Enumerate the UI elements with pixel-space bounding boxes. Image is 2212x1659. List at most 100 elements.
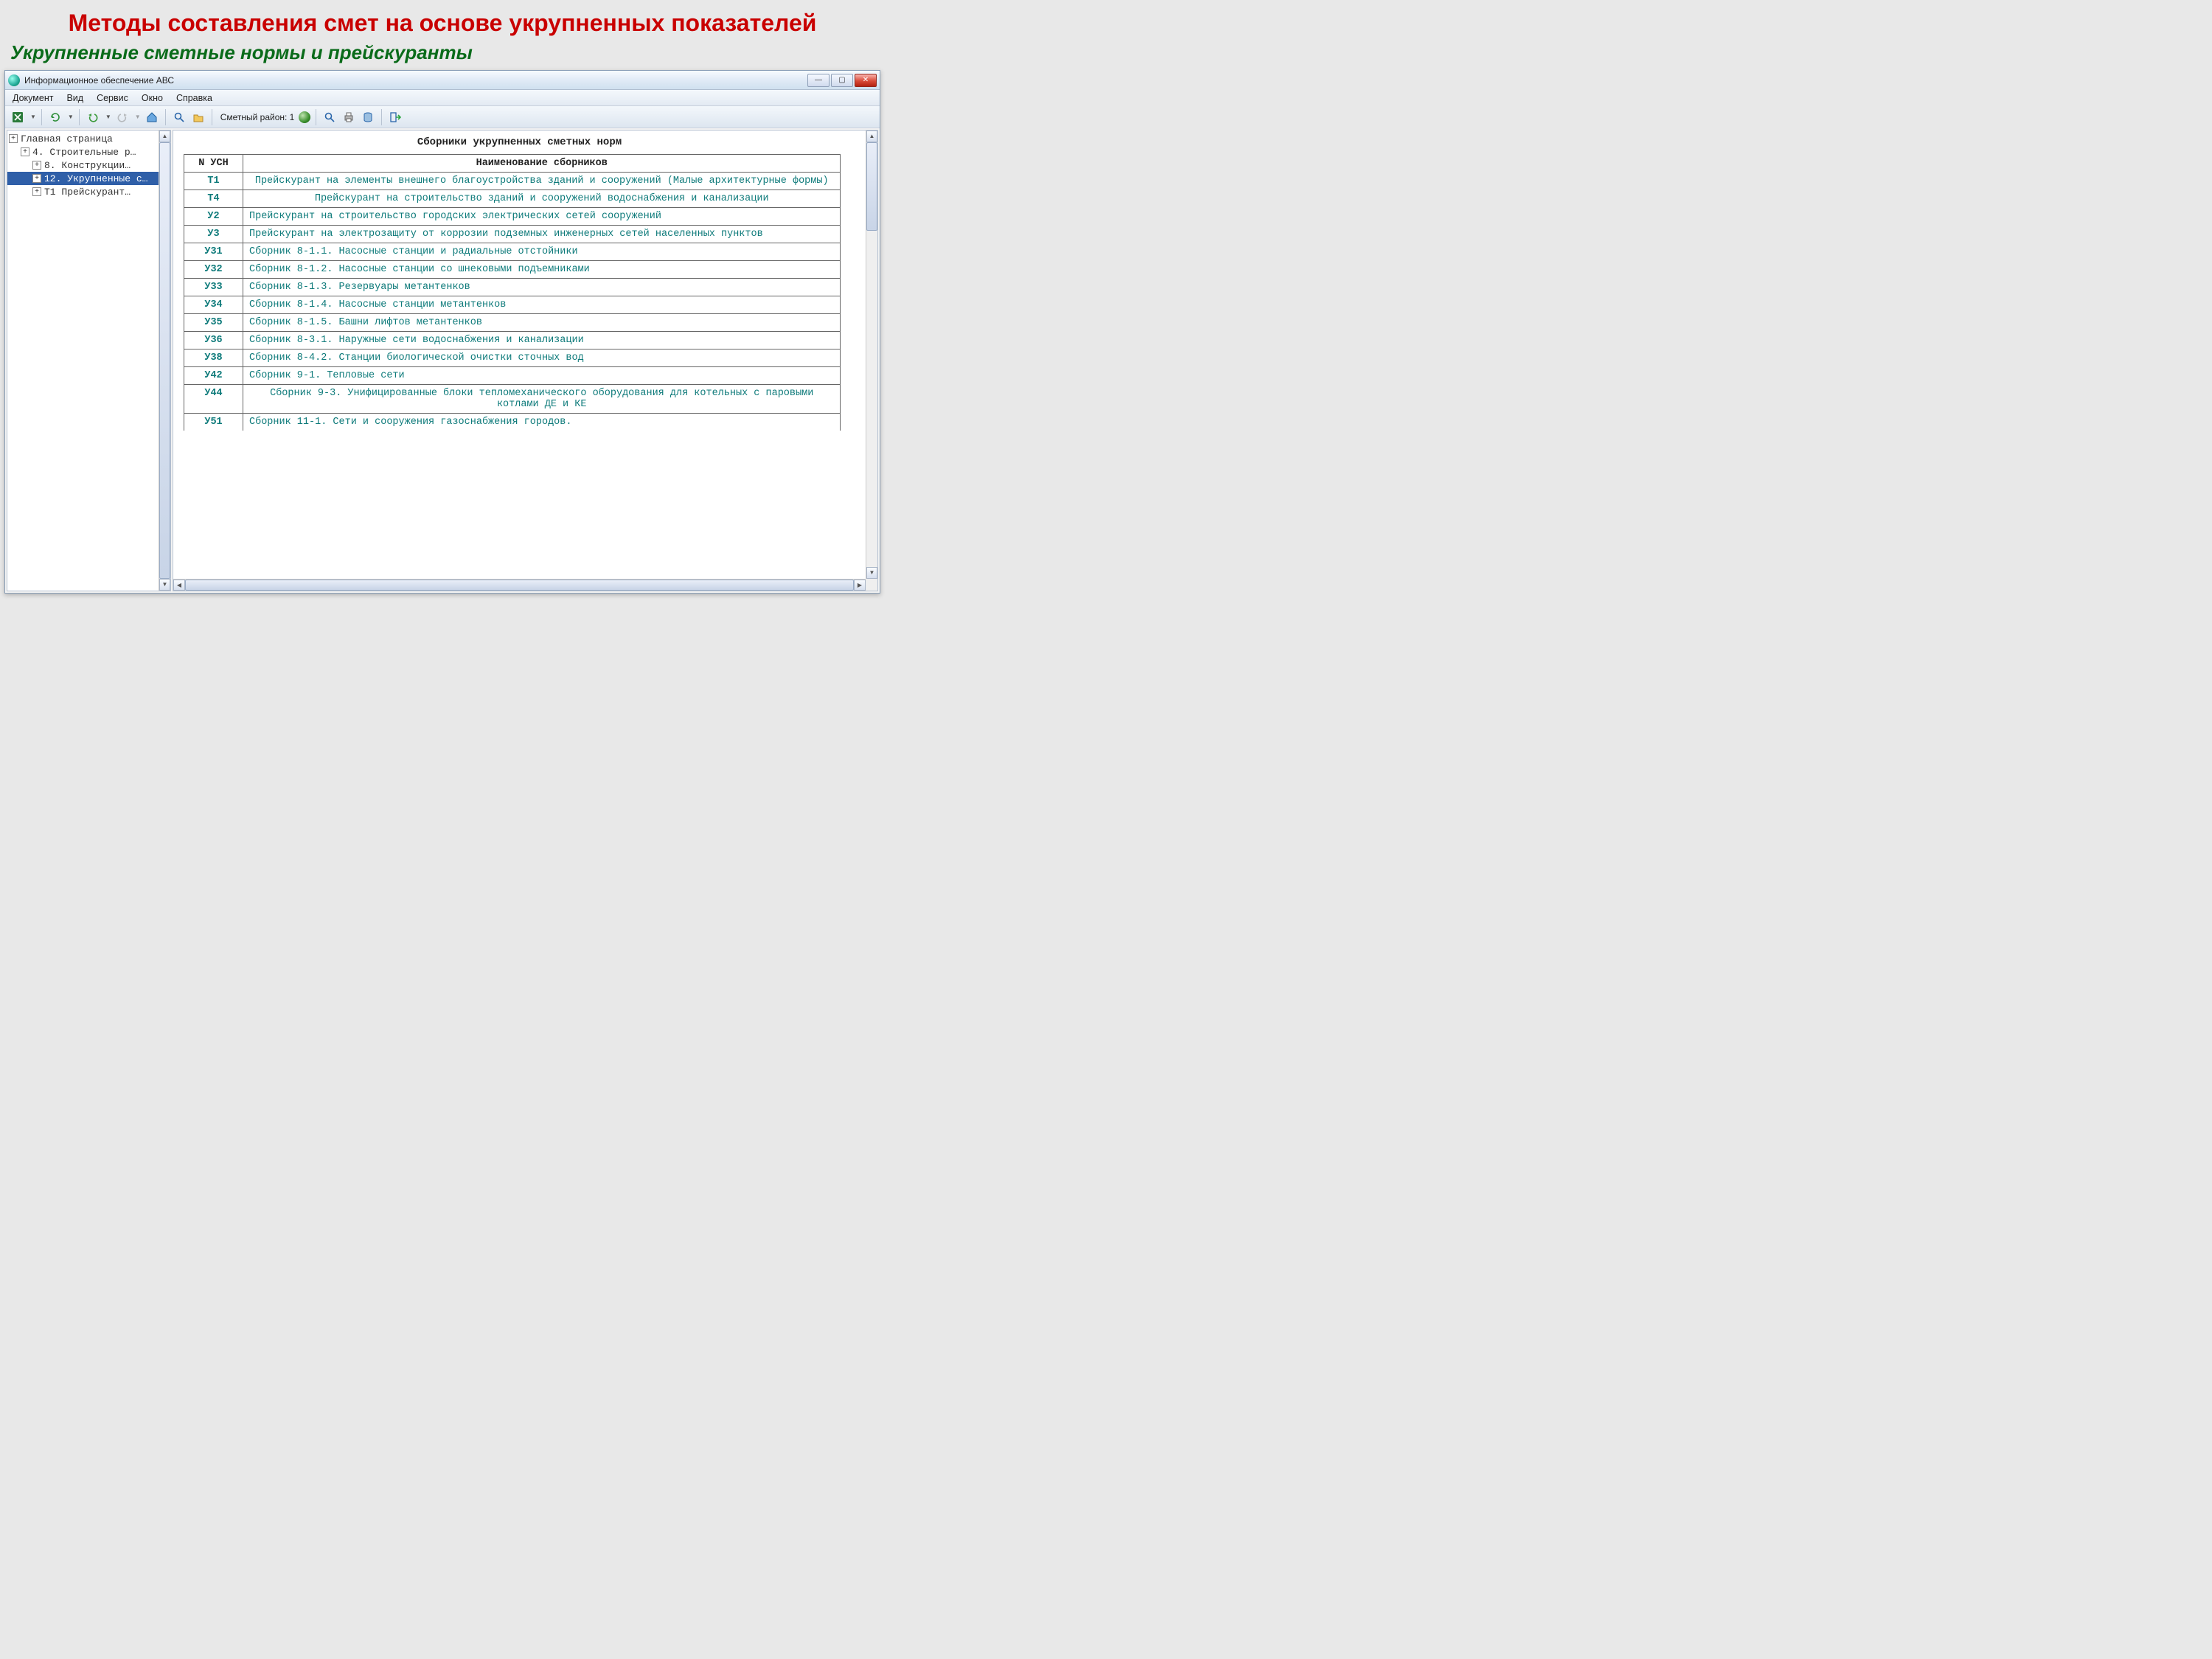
row-code: У3 <box>184 226 243 243</box>
collections-table: N УСННаименование сборниковТ1Прейскурант… <box>184 154 841 431</box>
row-code: У2 <box>184 208 243 226</box>
scroll-thumb[interactable] <box>185 580 854 591</box>
row-name: Прейскурант на строительство городских э… <box>243 208 841 226</box>
scroll-up-icon[interactable]: ▲ <box>866 131 877 142</box>
menu-service[interactable]: Сервис <box>94 91 131 105</box>
table-row[interactable]: У32Сборник 8-1.2. Насосные станции со шн… <box>184 261 841 279</box>
expand-icon[interactable]: + <box>32 187 41 196</box>
slide-subtitle: Укрупненные сметные нормы и прейскуранты <box>0 40 885 69</box>
table-row[interactable]: У36Сборник 8-3.1. Наружные сети водоснаб… <box>184 332 841 349</box>
row-code: У51 <box>184 414 243 431</box>
table-row[interactable]: У34Сборник 8-1.4. Насосные станции метан… <box>184 296 841 314</box>
expand-icon[interactable]: + <box>32 161 41 170</box>
tool-db-icon[interactable] <box>360 109 376 125</box>
table-row[interactable]: У31Сборник 8-1.1. Насосные станции и рад… <box>184 243 841 261</box>
menu-document[interactable]: Документ <box>10 91 56 105</box>
main-content: Сборники укрупненных сметных норм N УСНН… <box>173 131 866 579</box>
row-code: У32 <box>184 261 243 279</box>
table-row[interactable]: У35Сборник 8-1.5. Башни лифтов метантенк… <box>184 314 841 332</box>
tree-item[interactable]: +Т1 Прейскурант… <box>7 185 170 198</box>
row-name: Сборник 9-3. Унифицированные блоки тепло… <box>243 385 841 414</box>
scroll-down-icon[interactable]: ▼ <box>866 567 877 579</box>
dropdown-icon[interactable]: ▼ <box>29 114 36 120</box>
tool-zoom-icon[interactable] <box>321 109 338 125</box>
dropdown-icon[interactable]: ▼ <box>66 114 74 120</box>
expand-icon[interactable]: + <box>32 174 41 183</box>
tree-item[interactable]: +4. Строительные р… <box>7 145 170 159</box>
tree-scrollbar[interactable]: ▲ ▼ <box>159 131 170 591</box>
row-code: У35 <box>184 314 243 332</box>
separator-icon <box>41 109 42 125</box>
tool-home-icon[interactable] <box>144 109 160 125</box>
tool-open-icon[interactable] <box>190 109 206 125</box>
table-row[interactable]: У33Сборник 8-1.3. Резервуары метантенков <box>184 279 841 296</box>
horizontal-scrollbar[interactable]: ◀ ▶ <box>173 579 866 591</box>
globe-icon[interactable] <box>299 111 310 123</box>
table-row[interactable]: У51Сборник 11-1. Сети и сооружения газос… <box>184 414 841 431</box>
table-row[interactable]: У44Сборник 9-3. Унифицированные блоки те… <box>184 385 841 414</box>
table-row[interactable]: Т4Прейскурант на строительство зданий и … <box>184 190 841 208</box>
table-row[interactable]: У38Сборник 8-4.2. Станции биологической … <box>184 349 841 367</box>
row-name: Сборник 8-1.5. Башни лифтов метантенков <box>243 314 841 332</box>
expand-icon[interactable]: + <box>21 147 29 156</box>
row-code: У36 <box>184 332 243 349</box>
maximize-button[interactable]: ▢ <box>831 74 853 87</box>
tool-redo-icon[interactable] <box>114 109 131 125</box>
row-code: Т4 <box>184 190 243 208</box>
scroll-left-icon[interactable]: ◀ <box>173 580 185 591</box>
row-name: Сборник 8-1.4. Насосные станции метантен… <box>243 296 841 314</box>
menu-window[interactable]: Окно <box>139 91 166 105</box>
tool-refresh-icon[interactable] <box>47 109 63 125</box>
scroll-right-icon[interactable]: ▶ <box>854 580 866 591</box>
expand-icon[interactable]: + <box>9 134 18 143</box>
tree-root[interactable]: +Главная страница <box>7 132 170 145</box>
row-name: Прейскурант на элементы внешнего благоус… <box>243 173 841 190</box>
close-button[interactable]: ✕ <box>855 74 877 87</box>
tool-search-icon[interactable] <box>171 109 187 125</box>
row-code: У34 <box>184 296 243 314</box>
vertical-scrollbar[interactable]: ▲ ▼ <box>866 131 877 579</box>
table-row[interactable]: Т1Прейскурант на элементы внешнего благо… <box>184 173 841 190</box>
main-pane: Сборники укрупненных сметных норм N УСНН… <box>173 130 878 591</box>
separator-icon <box>381 109 382 125</box>
tree-item[interactable]: +8. Конструкции… <box>7 159 170 172</box>
table-row[interactable]: У3Прейскурант на электрозащиту от корроз… <box>184 226 841 243</box>
row-code: Т1 <box>184 173 243 190</box>
scroll-corner <box>866 579 877 591</box>
region-label: Сметный район: 1 <box>220 112 295 122</box>
separator-icon <box>79 109 80 125</box>
row-name: Сборник 9-1. Тепловые сети <box>243 367 841 385</box>
column-header: Наименование сборников <box>243 155 841 173</box>
slide-title: Методы составления смет на основе укрупн… <box>0 0 885 40</box>
content-area: +Главная страница+4. Строительные р…+8. … <box>5 128 880 593</box>
table-row[interactable]: У42Сборник 9-1. Тепловые сети <box>184 367 841 385</box>
row-name: Сборник 11-1. Сети и сооружения газоснаб… <box>243 414 841 431</box>
titlebar: Информационное обеспечение АВС — ▢ ✕ <box>5 71 880 90</box>
row-name: Сборник 8-1.2. Насосные станции со шнеко… <box>243 261 841 279</box>
tool-excel-icon[interactable] <box>10 109 26 125</box>
scroll-up-icon[interactable]: ▲ <box>159 131 170 142</box>
scroll-thumb[interactable] <box>159 142 170 579</box>
content-heading: Сборники укрупненных сметных норм <box>181 136 858 148</box>
tool-undo-icon[interactable] <box>85 109 101 125</box>
tree-item[interactable]: +12. Укрупненные с… <box>7 172 170 185</box>
dropdown-icon[interactable]: ▼ <box>104 114 111 120</box>
scroll-down-icon[interactable]: ▼ <box>159 579 170 591</box>
app-window: Информационное обеспечение АВС — ▢ ✕ Док… <box>4 70 880 594</box>
row-code: У42 <box>184 367 243 385</box>
minimize-button[interactable]: — <box>807 74 830 87</box>
scroll-thumb[interactable] <box>866 142 877 231</box>
tool-exit-icon[interactable] <box>387 109 403 125</box>
app-icon <box>8 74 20 86</box>
column-header: N УСН <box>184 155 243 173</box>
row-code: У31 <box>184 243 243 261</box>
menu-help[interactable]: Справка <box>173 91 215 105</box>
row-code: У33 <box>184 279 243 296</box>
table-row[interactable]: У2Прейскурант на строительство городских… <box>184 208 841 226</box>
row-name: Прейскурант на строительство зданий и со… <box>243 190 841 208</box>
row-name: Прейскурант на электрозащиту от коррозии… <box>243 226 841 243</box>
tool-print-icon[interactable] <box>341 109 357 125</box>
toolbar: ▼ ▼ ▼ ▼ Сметный район: 1 <box>5 106 880 128</box>
menu-view[interactable]: Вид <box>63 91 86 105</box>
dropdown-icon: ▼ <box>133 114 141 120</box>
